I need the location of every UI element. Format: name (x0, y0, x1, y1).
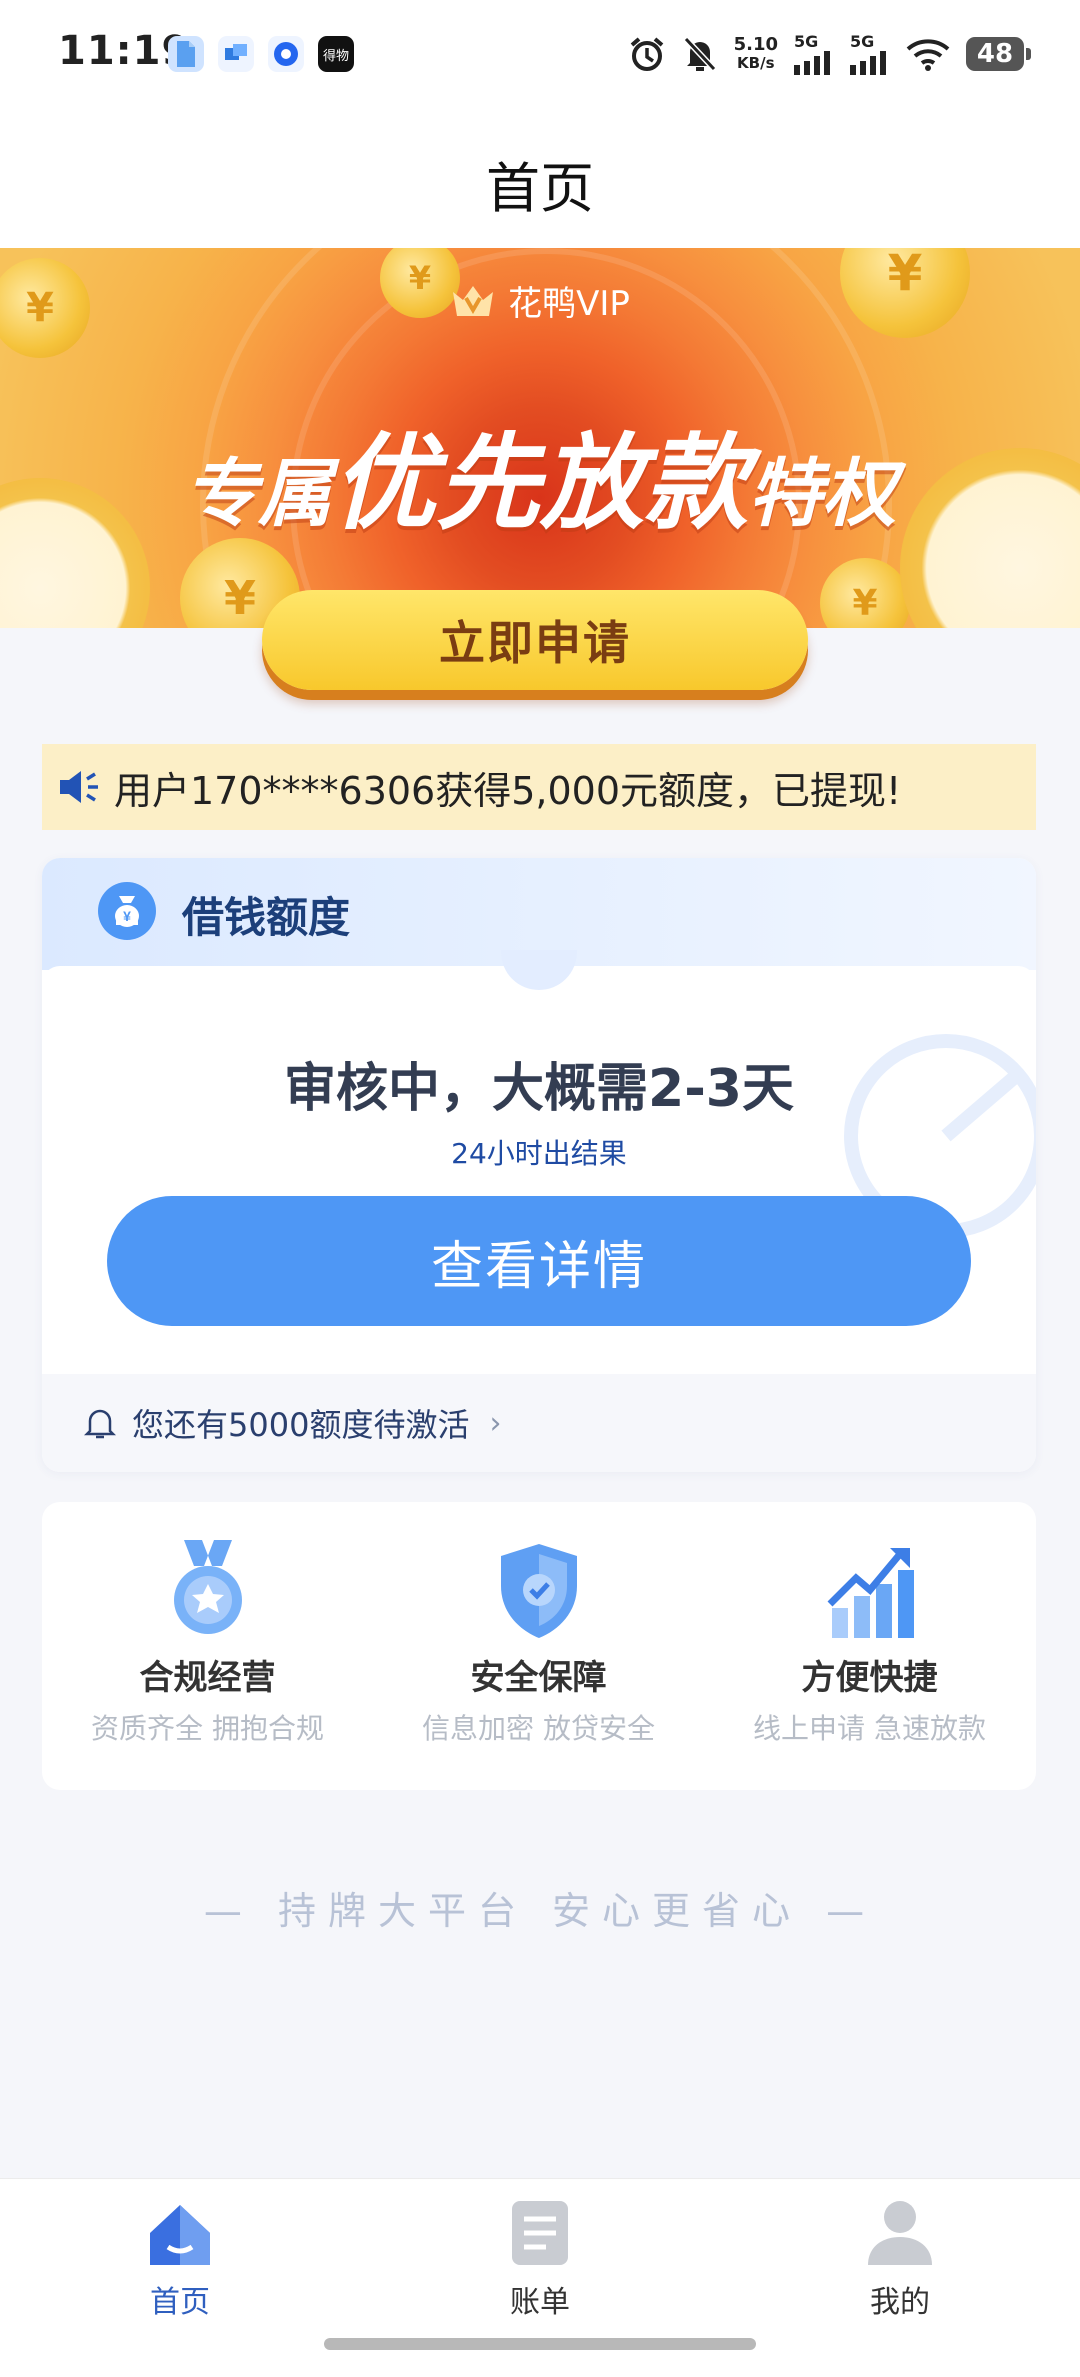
wifi-icon (906, 38, 950, 71)
crown-icon (453, 285, 494, 316)
feature-compliance: 合规经营 资质齐全 拥抱合规 (42, 1540, 373, 1747)
feature-security: 安全保障 信息加密 放贷安全 (373, 1540, 704, 1747)
review-status: 审核中，大概需2-3天 (284, 1059, 794, 1119)
apply-now-button[interactable]: 立即申请 (262, 590, 808, 690)
mute-bell-icon (683, 36, 716, 71)
alarm-icon (630, 36, 663, 71)
network-speed-unit: KB/s (737, 53, 775, 72)
shield-icon (500, 1544, 577, 1638)
tab-label: 首页 (150, 2285, 210, 2320)
bill-icon (512, 2201, 568, 2265)
tab-bills[interactable]: 账单 (460, 2197, 620, 2321)
status-bar: 11:19 得物 5.10 KB/s 5G 5G 48 (0, 0, 1080, 118)
cell-signal-icon (850, 51, 886, 75)
signal-2: 5G (850, 32, 890, 75)
features-panel: 合规经营 资质齐全 拥抱合规 安全保障 信息加密 放贷安全 方便快捷 线上申请 … (42, 1502, 1036, 1790)
feature-title: 合规经营 (139, 1658, 276, 1698)
vip-label-row: 花鸭VIP (0, 276, 1080, 325)
loan-quota-card: ¥ 借钱额度 审核中，大概需2-3天 24小时出结果 查看详情 您还有5000额… (42, 858, 1036, 1472)
banner-slogan: 专属优先放款特权 (0, 398, 1080, 549)
signal-1-label: 5G (794, 32, 819, 51)
feature-convenience: 方便快捷 线上申请 急速放款 (704, 1540, 1035, 1747)
signal-2-label: 5G (850, 32, 875, 51)
chevron-right-icon: › (489, 1405, 502, 1441)
activate-quota-text: 您还有5000额度待激活 (132, 1406, 470, 1444)
feature-desc: 信息加密 放贷安全 (422, 1712, 655, 1745)
review-sub-status: 24小时出结果 (451, 1137, 627, 1170)
speaker-icon (60, 771, 98, 803)
tab-label: 我的 (870, 2285, 930, 2320)
loan-card-body: 审核中，大概需2-3天 24小时出结果 查看详情 (42, 950, 1036, 1374)
signal-1: 5G (794, 32, 834, 75)
card-notch (501, 950, 577, 990)
app-icon-3 (268, 36, 304, 72)
slogan-prefix: 专属 (183, 451, 332, 537)
slogan-suffix: 特权 (748, 451, 896, 537)
tab-home[interactable]: 首页 (100, 2197, 260, 2321)
network-speed-value: 5.10 (733, 33, 778, 55)
cell-signal-icon (794, 51, 830, 75)
app-icon-1 (168, 36, 204, 72)
app-icon-4-label: 得物 (322, 48, 349, 64)
medal-icon (173, 1540, 242, 1634)
feature-desc: 资质齐全 拥抱合规 (91, 1712, 324, 1745)
network-speed: 5.10 KB/s (733, 33, 778, 72)
slogan-main: 优先放款 (331, 422, 748, 544)
feature-title: 方便快捷 (801, 1658, 938, 1698)
app-icon-2 (218, 36, 254, 72)
status-app-icons: 得物 (168, 36, 354, 72)
bell-icon (84, 1409, 116, 1439)
app-icon-4: 得物 (318, 36, 354, 72)
activate-quota-link[interactable]: 您还有5000额度待激活 › (42, 1374, 1036, 1472)
page-title: 首页 (0, 118, 1080, 248)
view-details-button[interactable]: 查看详情 (107, 1196, 971, 1326)
vip-label: 花鸭VIP (508, 284, 630, 324)
announcement-text: 用户170****6306获得5,000元额度，已提现! (114, 768, 902, 813)
battery-indicator: 48 (966, 36, 1031, 71)
home-icon (150, 2205, 210, 2265)
loan-card-title: 借钱额度 (182, 893, 351, 942)
money-bag-icon: ¥ (98, 882, 156, 940)
announcement-bar: 用户170****6306获得5,000元额度，已提现! (42, 744, 1036, 830)
vip-banner[interactable]: ¥ ¥ ¥ ¥ ¥ 花鸭VIP 专属优先放款特权 (0, 248, 1080, 628)
chart-up-icon (827, 1548, 914, 1638)
tab-mine[interactable]: 我的 (820, 2197, 980, 2321)
feature-title: 安全保障 (470, 1658, 607, 1698)
svg-text:¥: ¥ (123, 908, 131, 924)
user-icon (868, 2201, 932, 2265)
home-indicator[interactable] (324, 2338, 756, 2350)
feature-desc: 线上申请 急速放款 (753, 1712, 986, 1745)
status-indicators: 5.10 KB/s 5G 5G 48 (628, 32, 1031, 75)
tab-label: 账单 (510, 2285, 570, 2320)
tagline: — 持牌大平台 安心更省心 — (203, 1889, 877, 1933)
